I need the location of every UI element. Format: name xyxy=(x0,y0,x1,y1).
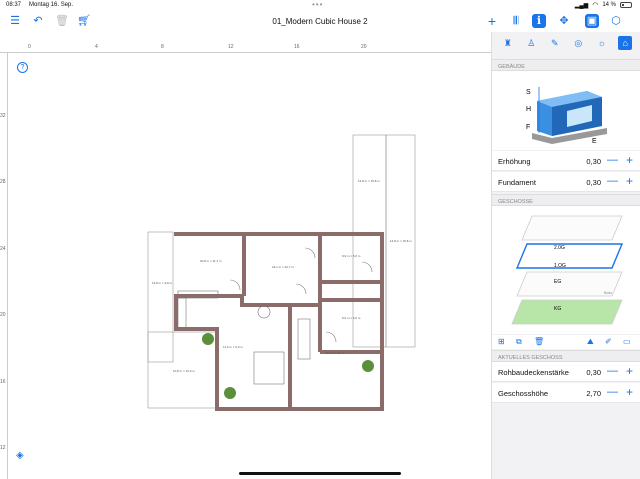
row-slab-thickness: Rohbaudeckenstärke 0,30 — + xyxy=(492,362,640,382)
plant-icon xyxy=(362,360,374,372)
info-icon[interactable]: ℹ︎ xyxy=(532,14,546,28)
floor-label: EG xyxy=(554,279,561,285)
measure-icon[interactable]: ✐ xyxy=(605,337,612,346)
terrain-icon[interactable]: ⛰︎ xyxy=(587,337,594,347)
terrace-outline xyxy=(147,231,174,363)
status-time: 08:37 xyxy=(6,2,22,8)
row-value[interactable]: 0,30 xyxy=(586,178,601,187)
section-building: GEBÄUDE xyxy=(492,59,640,71)
2d-view-icon[interactable]: ▣ xyxy=(585,14,599,28)
door-swing xyxy=(229,279,241,291)
room-label: 20,8 m × 11,1 m xyxy=(200,259,222,263)
copy-floor-icon[interactable]: ⧉ xyxy=(516,337,522,347)
layers-icon[interactable]: ◈ xyxy=(16,450,24,461)
battery-label: 14 % xyxy=(602,2,616,8)
floor-plan[interactable]: 20,8 m × 11,1 m 24,1 m × 22,7 m 9,9 m × … xyxy=(0,32,491,479)
panel-tabs: ♜ ♙ ✎ ◎ ☼ ⌂ xyxy=(492,36,640,52)
increment-button[interactable]: + xyxy=(626,174,633,188)
add-floor-icon[interactable]: ⊞ xyxy=(498,337,505,346)
tab-stairs[interactable]: ♙ xyxy=(524,36,538,50)
plant-icon xyxy=(202,333,214,345)
bathtub xyxy=(297,318,311,360)
floor-side-label: Bodo xyxy=(604,291,612,295)
floor-label: KG xyxy=(554,306,561,312)
kitchen-counter xyxy=(177,297,187,329)
room-label: 9,9 m × 6,6 m xyxy=(342,254,361,258)
floor-label: 1.OG xyxy=(554,263,566,269)
decrement-button[interactable]: — xyxy=(607,386,618,398)
room-label: 14,8 m × 9,8 m xyxy=(152,281,173,285)
section-current-floor: AKTUELLES GESCHOSS xyxy=(492,350,640,362)
increment-button[interactable]: + xyxy=(626,153,633,167)
delete-floor-icon[interactable]: 🗑︎ xyxy=(534,337,544,346)
table xyxy=(257,305,271,319)
signal-icon: ▂▄▆ xyxy=(574,2,589,9)
diagram-label-f: F xyxy=(526,124,530,131)
room-label: 9,0 m × 6,0 m xyxy=(342,316,361,320)
floors-stack[interactable]: 2.0G 1.OG EG KG Bodo xyxy=(492,206,640,334)
add-icon[interactable]: + xyxy=(485,14,499,28)
tab-pencil[interactable]: ✎ xyxy=(548,36,562,50)
row-value[interactable]: 2,70 xyxy=(586,389,601,398)
library-icon[interactable]: 𝄃𝄃 xyxy=(509,14,523,28)
row-label: Fundament xyxy=(498,178,536,187)
row-label: Geschosshöhe xyxy=(498,389,549,398)
floor-plan-canvas[interactable]: 0 4 8 12 16 20 32 28 24 20 16 12 ? 20,8 … xyxy=(0,32,491,479)
diagram-label-e: E xyxy=(592,138,597,145)
decrement-button[interactable]: — xyxy=(607,365,618,377)
door-swing xyxy=(325,331,337,343)
row-floor-height: Geschosshöhe 2,70 — + xyxy=(492,383,640,403)
tab-furniture[interactable]: ♜ xyxy=(501,36,515,50)
3d-view-icon[interactable]: ⬡ xyxy=(609,14,623,28)
row-label: Erhöhung xyxy=(498,157,531,166)
increment-button[interactable]: + xyxy=(626,385,633,399)
decrement-button[interactable]: — xyxy=(607,154,618,166)
door-swing xyxy=(304,247,316,259)
floor-label: 2.0G xyxy=(554,245,565,251)
ruler-icon[interactable]: ▭ xyxy=(623,337,631,346)
room-label: 14,8 m × 19,8 m xyxy=(390,239,412,243)
status-right: ▂▄▆ ◠ 14 % xyxy=(575,1,632,9)
diagram-label-h: H xyxy=(526,106,531,113)
row-value[interactable]: 0,30 xyxy=(586,368,601,377)
diagram-label-s: S xyxy=(526,89,531,96)
building-diagram: S H F E xyxy=(492,71,640,150)
increment-button[interactable]: + xyxy=(626,364,633,378)
decrement-button[interactable]: — xyxy=(607,175,618,187)
multitask-dots[interactable]: ••• xyxy=(312,0,323,9)
top-toolbar: ☰ ↶ 🗑︎ 🛒︎ 01_Modern Cubic House 2 + 𝄃𝄃 ℹ… xyxy=(0,12,640,32)
room-label: 9,1 m × 5,4 m xyxy=(326,351,345,355)
room-label: 24,1 m × 22,7 m xyxy=(272,265,294,269)
tab-camera[interactable]: ◎ xyxy=(571,36,585,50)
plant-icon xyxy=(224,387,236,399)
room-label: 12,8 m × 19,8 m xyxy=(358,179,380,183)
properties-panel: ♜ ♙ ✎ ◎ ☼ ⌂ GEBÄUDE S H F E Erhöhung 0,3… xyxy=(491,32,640,479)
door-swing xyxy=(361,261,373,273)
tab-building[interactable]: ⌂ xyxy=(618,36,633,50)
tab-sun[interactable]: ☼ xyxy=(595,36,609,50)
move-icon[interactable]: ✥ xyxy=(557,14,571,28)
section-floors: GESCHOSSE xyxy=(492,194,640,206)
door-swing xyxy=(295,283,307,295)
row-label: Rohbaudeckenstärke xyxy=(498,368,569,377)
status-date: Montag 16. Sep. xyxy=(29,2,74,8)
floor-tools: ⊞ ⧉ 🗑︎ ⛰︎ ✐ ▭ xyxy=(492,335,640,349)
bed xyxy=(253,351,285,385)
row-foundation: Fundament 0,30 — + xyxy=(492,172,640,192)
wifi-icon: ◠ xyxy=(592,2,599,9)
battery-icon xyxy=(620,2,632,8)
row-value[interactable]: 0,30 xyxy=(586,157,601,166)
room-label: 11,6 m × 6,0 m xyxy=(223,345,243,349)
row-elevation: Erhöhung 0,30 — + xyxy=(492,151,640,171)
room-label: 10,8 m × 12,9 m xyxy=(173,369,195,373)
home-indicator[interactable] xyxy=(239,472,401,475)
status-bar: 08:37 Montag 16. Sep. ••• ▂▄▆ ◠ 14 % xyxy=(0,0,640,12)
